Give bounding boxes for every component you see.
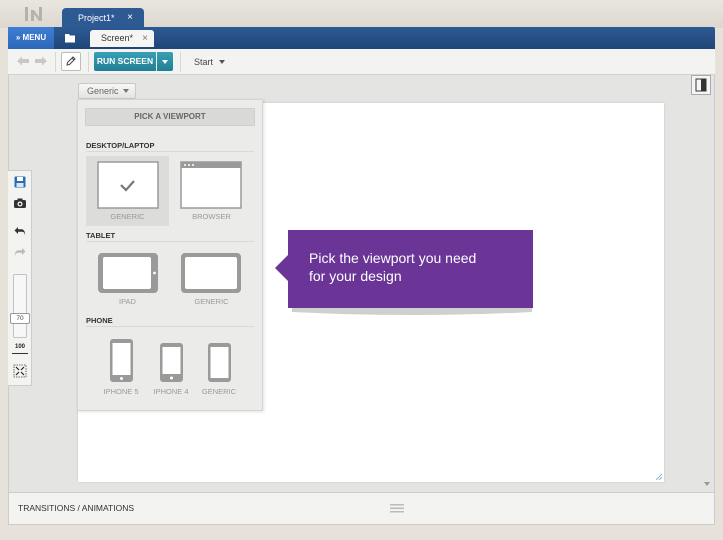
save-icon[interactable] [13,175,27,189]
section-divider [86,151,254,152]
folder-icon[interactable] [63,31,77,45]
zoom-slider-handle[interactable]: 70 [10,313,30,324]
undo-icon[interactable] [13,224,27,238]
redo-icon[interactable] [13,245,27,259]
panel-icon [695,78,707,92]
toolbar-divider [180,52,181,72]
viewport-label: IPHONE 5 [103,387,139,396]
toggle-panel-button[interactable] [691,75,711,95]
viewport-label: IPAD [119,297,136,306]
back-arrow-icon[interactable] [16,55,30,67]
forward-arrow-icon[interactable] [34,55,48,67]
tab-screen-label: Screen* [101,33,134,43]
transitions-panel-label[interactable]: TRANSITIONS / ANIMATIONS [18,503,134,513]
resize-handle-icon[interactable] [655,473,663,481]
section-divider [86,241,254,242]
callout-pointer [275,254,289,282]
zoom-slider[interactable] [13,274,27,338]
tab-project-label: Project1* [78,13,115,23]
callout-line-1: Pick the viewport you need [309,250,477,266]
phone-iphone4-icon[interactable] [159,342,184,383]
scroll-down-icon[interactable] [704,482,710,486]
drag-handle-icon[interactable] [389,502,405,514]
tab-project[interactable]: Project1* × [62,8,144,28]
viewport-label: GENERIC [201,387,237,396]
tooltip-callout: Pick the viewport you need for your desi… [288,230,533,308]
viewport-label: BROWSER [192,212,231,221]
toolbar-divider [55,52,56,72]
menu-button[interactable]: » MENU [8,27,54,49]
tab-screen-close-icon[interactable]: × [142,30,148,47]
app-logo-icon [25,7,42,21]
chevron-down-icon [123,89,129,93]
chevron-down-icon [219,60,225,64]
tablet-generic-icon[interactable] [180,252,242,294]
section-title-phone: PHONE [86,316,113,325]
tab-screen[interactable]: Screen* × [90,30,154,47]
viewport-label: IPHONE 4 [153,387,189,396]
monitor-icon [97,161,159,209]
viewport-label: GENERIC [194,297,229,306]
run-options-dropdown[interactable] [157,52,173,71]
section-title-tablet: TABLET [86,231,116,240]
toolbar-divider [88,52,89,72]
chevron-down-icon [162,60,168,64]
callout-line-2: for your design [309,268,402,284]
start-screen-select[interactable]: Start [194,55,234,69]
zoom-reset-button[interactable]: 100 [12,344,28,354]
phone-iphone5-icon[interactable] [109,338,134,383]
viewport-select-value: Generic [87,86,119,96]
pen-icon [66,56,76,66]
camera-icon[interactable] [13,196,27,210]
phone-generic-icon[interactable] [207,342,232,383]
tablet-ipad-icon[interactable] [97,252,159,294]
viewport-select[interactable]: Generic [78,83,136,99]
browser-window-icon[interactable] [180,161,242,209]
run-screen-button[interactable]: RUN SCREEN [94,52,156,71]
start-select-label: Start [194,57,214,67]
section-divider [86,326,254,327]
fit-screen-icon[interactable] [13,364,27,378]
section-title-desktop: DESKTOP/LAPTOP [86,141,155,150]
viewport-label: GENERIC [110,212,145,221]
tab-project-close-icon[interactable]: × [127,8,133,28]
pick-viewport-button[interactable]: PICK A VIEWPORT [85,108,255,126]
